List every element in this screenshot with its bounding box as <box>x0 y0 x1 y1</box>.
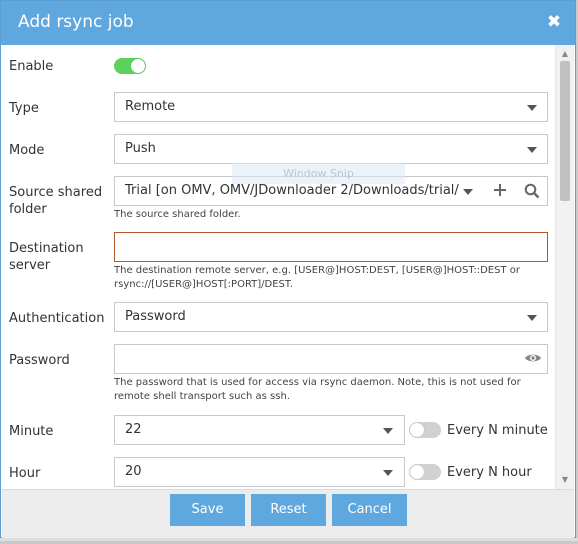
destination-label-line1: Destination <box>9 241 84 256</box>
scroll-up-icon[interactable]: ▲ <box>556 47 574 61</box>
chevron-down-icon <box>527 147 537 153</box>
hour-label: Hour <box>9 466 41 481</box>
form-body: Enable Type Remote Mode Push Source shar… <box>2 45 555 489</box>
mode-value: Push <box>125 141 156 156</box>
background-strip <box>0 538 578 541</box>
save-button[interactable]: Save <box>170 494 245 526</box>
window-snip-overlay: Window Snip <box>232 163 405 184</box>
destination-label-line2: server <box>9 258 51 273</box>
source-folder-value: Trial [on OMV, OMV/JDownloader 2/Downloa… <box>125 183 459 198</box>
search-icon[interactable] <box>523 183 541 201</box>
dialog-titlebar: Add rsync job ✖ <box>1 1 575 45</box>
chevron-down-icon <box>383 470 393 476</box>
source-label-line1: Source shared <box>9 185 103 200</box>
enable-label: Enable <box>9 59 54 74</box>
password-input[interactable] <box>114 344 548 374</box>
reset-button[interactable]: Reset <box>251 494 326 526</box>
type-select[interactable]: Remote <box>114 92 548 122</box>
minute-select[interactable]: 22 <box>114 415 405 445</box>
authentication-select[interactable]: Password <box>114 302 548 332</box>
toggle-knob <box>410 423 424 437</box>
type-value: Remote <box>125 99 176 114</box>
mode-select[interactable]: Push <box>114 134 548 164</box>
minute-label: Minute <box>9 424 54 439</box>
dialog-title: Add rsync job <box>18 12 134 32</box>
chevron-down-icon <box>527 105 537 111</box>
every-n-minute-label: Every N minute <box>447 423 548 438</box>
hour-select[interactable]: 20 <box>114 457 405 487</box>
password-label: Password <box>9 353 70 368</box>
scroll-down-icon[interactable]: ▼ <box>556 473 574 487</box>
authentication-value: Password <box>125 309 186 324</box>
source-label-line2: folder <box>9 202 47 217</box>
destination-server-input[interactable] <box>114 232 548 262</box>
type-label: Type <box>9 101 39 116</box>
add-rsync-job-dialog: Add rsync job ✖ Enable Type Remote Mode … <box>0 0 576 538</box>
authentication-label: Authentication <box>9 311 105 326</box>
enable-toggle[interactable] <box>114 58 146 74</box>
every-n-hour-toggle[interactable] <box>409 464 441 480</box>
toggle-knob <box>410 465 424 479</box>
chevron-down-icon[interactable] <box>463 189 473 195</box>
plus-icon[interactable] <box>491 183 509 201</box>
cancel-button[interactable]: Cancel <box>332 494 407 526</box>
toggle-knob <box>131 59 145 73</box>
close-icon[interactable]: ✖ <box>545 12 563 32</box>
vertical-scrollbar[interactable]: ▲ ▼ <box>555 45 574 489</box>
chevron-down-icon <box>527 315 537 321</box>
chevron-down-icon <box>383 428 393 434</box>
every-n-minute-toggle[interactable] <box>409 422 441 438</box>
mode-label: Mode <box>9 143 45 158</box>
source-hint: The source shared folder. <box>114 209 241 220</box>
every-n-hour-label: Every N hour <box>447 465 532 480</box>
dialog-footer: Save Reset Cancel <box>2 489 574 538</box>
eye-icon[interactable] <box>524 351 542 369</box>
destination-hint: The destination remote server, e.g. [USE… <box>114 265 520 290</box>
scroll-thumb[interactable] <box>560 61 570 201</box>
minute-value: 22 <box>125 422 142 437</box>
password-hint: The password that is used for access via… <box>114 377 521 402</box>
hour-value: 20 <box>125 464 142 479</box>
